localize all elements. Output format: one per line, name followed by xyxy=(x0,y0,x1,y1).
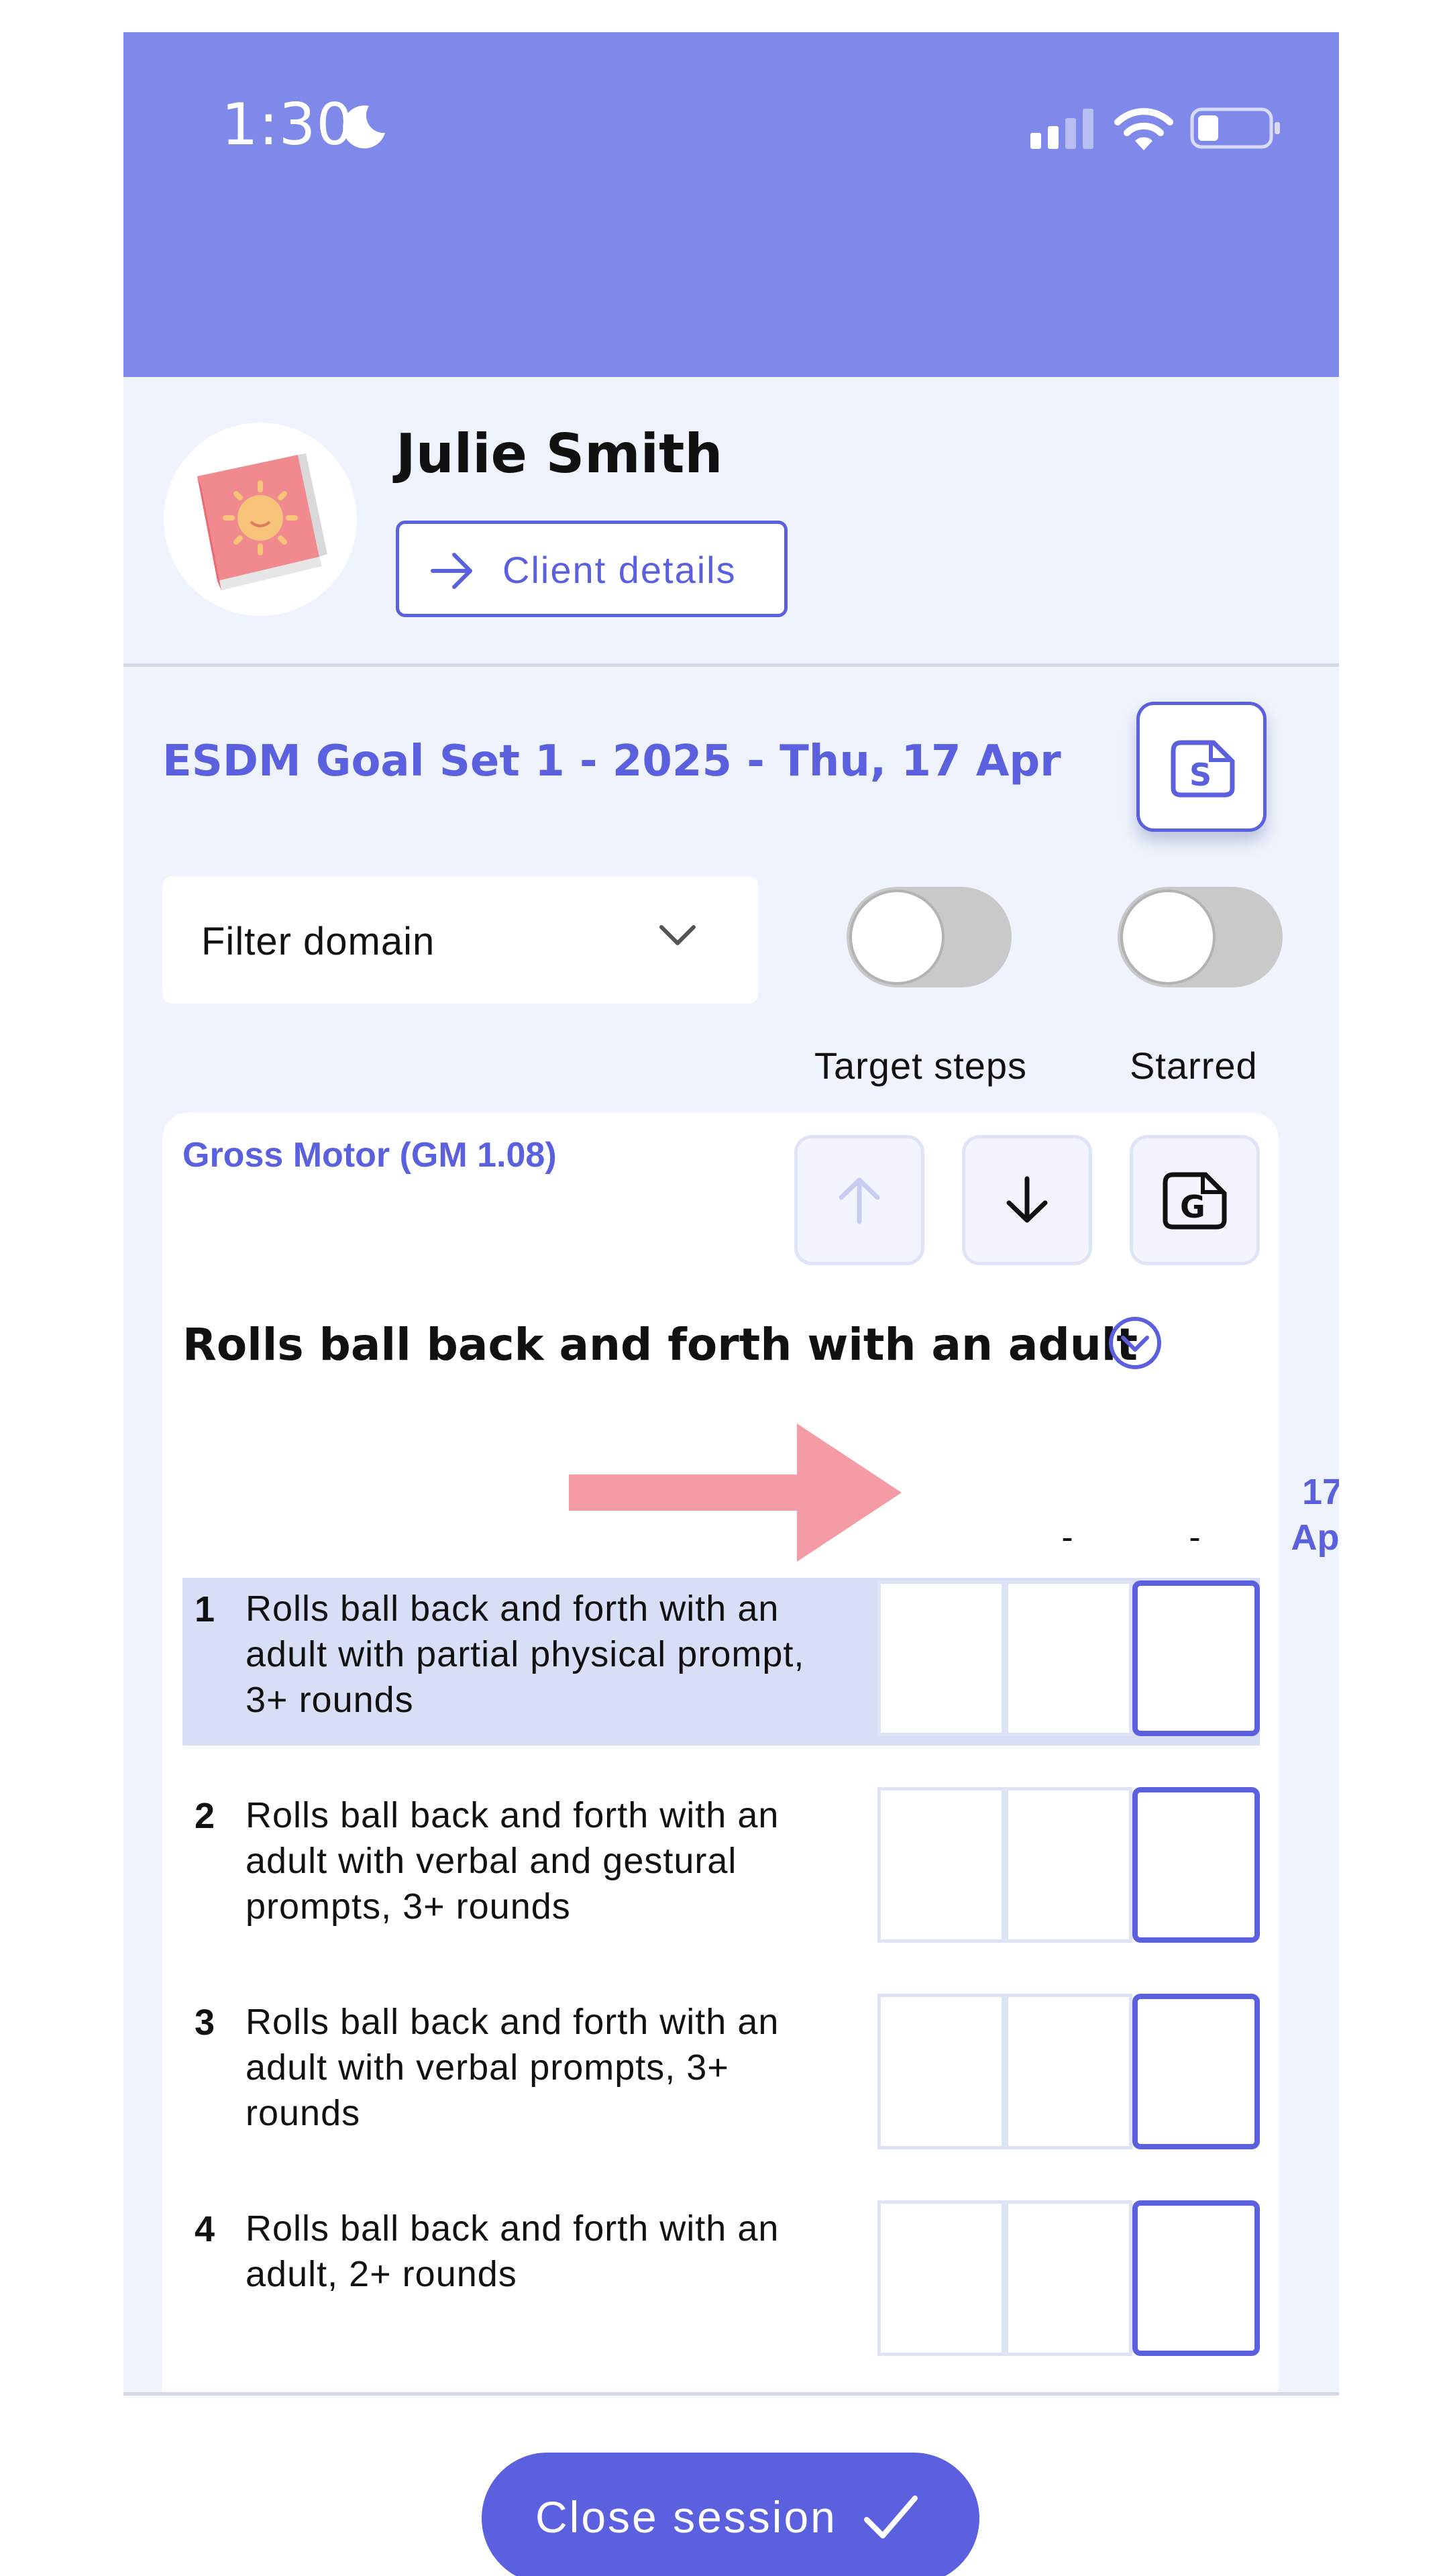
clock: 1:30 xyxy=(221,91,354,158)
step-number: 1 xyxy=(195,1589,215,1629)
target-steps-toggle[interactable] xyxy=(847,887,1012,987)
battery-icon xyxy=(1190,107,1280,149)
step-text: Rolls ball back and forth with an adult,… xyxy=(246,2208,780,2294)
arrow-down-icon xyxy=(1006,1176,1048,1223)
today-score-cell[interactable] xyxy=(1132,1580,1260,1736)
chevron-down-icon xyxy=(659,925,696,945)
step-row[interactable]: 2 Rolls ball back and forth with an adul… xyxy=(182,1784,1260,1952)
expand-goal-icon[interactable] xyxy=(1107,1315,1163,1371)
toggle-knob xyxy=(849,890,945,985)
session-column-header: - xyxy=(1189,1518,1201,1557)
step-text: Rolls ball back and forth with an adult … xyxy=(246,2002,780,2133)
target-steps-label: Target steps xyxy=(814,1044,1028,1087)
moon-icon xyxy=(343,105,385,149)
client-avatar xyxy=(164,423,357,616)
move-down-button[interactable] xyxy=(962,1135,1092,1265)
filter-domain-label: Filter domain xyxy=(201,920,435,963)
today-score-cell[interactable] xyxy=(1132,1994,1260,2149)
s-tag-icon: S xyxy=(1171,740,1235,798)
status-bar: 1:30 xyxy=(123,32,1339,377)
filter-domain-select[interactable]: Filter domain xyxy=(162,876,758,1004)
score-cell[interactable] xyxy=(1005,2200,1132,2356)
goal-card: Gross Motor (GM 1.08) G Rolls ball back … xyxy=(162,1112,1339,2392)
step-row[interactable]: 4 Rolls ball back and forth with an adul… xyxy=(182,2198,1260,2365)
step-text: Rolls ball back and forth with an adult … xyxy=(246,1589,805,1720)
checkmark-icon xyxy=(864,2496,918,2538)
client-header: Julie Smith Client details xyxy=(123,377,1339,667)
today-score-cell[interactable] xyxy=(1132,1787,1260,1943)
toggle-knob xyxy=(1120,890,1216,985)
close-session-button[interactable]: Close session xyxy=(482,2453,979,2576)
client-details-button[interactable]: Client details xyxy=(396,521,788,617)
move-up-button[interactable] xyxy=(794,1135,924,1265)
goal-title: Rolls ball back and forth with an adult xyxy=(182,1319,1138,1371)
footer-divider xyxy=(123,2392,1339,2396)
session-title: ESDM Goal Set 1 - 2025 - Thu, 17 Apr xyxy=(162,737,1061,786)
step-number: 4 xyxy=(195,2209,215,2249)
score-cell[interactable] xyxy=(877,1580,1005,1736)
cellular-signal-icon xyxy=(1030,109,1093,149)
step-text: Rolls ball back and forth with an adult … xyxy=(246,1795,780,1927)
score-cell[interactable] xyxy=(1005,1994,1132,2149)
step-row[interactable]: 1 Rolls ball back and forth with an adul… xyxy=(182,1578,1260,1746)
today-column-header: 17 Apr xyxy=(1258,1469,1340,1560)
app-screen: 1:30 Julie Smith Client details ESDM Goa… xyxy=(123,32,1339,2392)
goal-domain: Gross Motor (GM 1.08) xyxy=(182,1136,557,1175)
today-day: 17 xyxy=(1301,1472,1339,1512)
score-cell[interactable] xyxy=(1005,1787,1132,1943)
arrow-right-icon xyxy=(431,553,472,589)
session-column-header: - xyxy=(1061,1518,1073,1557)
step-number: 2 xyxy=(195,1796,215,1836)
scroll-hint-arrow-icon xyxy=(569,1424,902,1562)
session-notes-button[interactable]: S xyxy=(1136,702,1267,832)
starred-toggle[interactable] xyxy=(1118,887,1283,987)
close-session-label: Close session xyxy=(535,2492,837,2542)
today-month: Apr xyxy=(1291,1517,1340,1558)
svg-text:S: S xyxy=(1189,757,1212,793)
client-name: Julie Smith xyxy=(396,423,723,485)
score-cell[interactable] xyxy=(877,1994,1005,2149)
arrow-up-icon xyxy=(839,1177,880,1224)
today-score-cell[interactable] xyxy=(1132,2200,1260,2356)
client-details-label: Client details xyxy=(502,549,737,591)
goal-notes-button[interactable]: G xyxy=(1130,1135,1260,1265)
g-tag-icon: G xyxy=(1163,1172,1227,1230)
score-cell[interactable] xyxy=(877,1787,1005,1943)
svg-text:G: G xyxy=(1180,1189,1205,1225)
score-cell[interactable] xyxy=(877,2200,1005,2356)
wifi-icon xyxy=(1114,108,1173,150)
book-sun-icon xyxy=(197,453,327,590)
starred-label: Starred xyxy=(1130,1044,1258,1087)
step-row[interactable]: 3 Rolls ball back and forth with an adul… xyxy=(182,1991,1260,2159)
step-number: 3 xyxy=(195,2002,215,2043)
score-cell[interactable] xyxy=(1005,1580,1132,1736)
